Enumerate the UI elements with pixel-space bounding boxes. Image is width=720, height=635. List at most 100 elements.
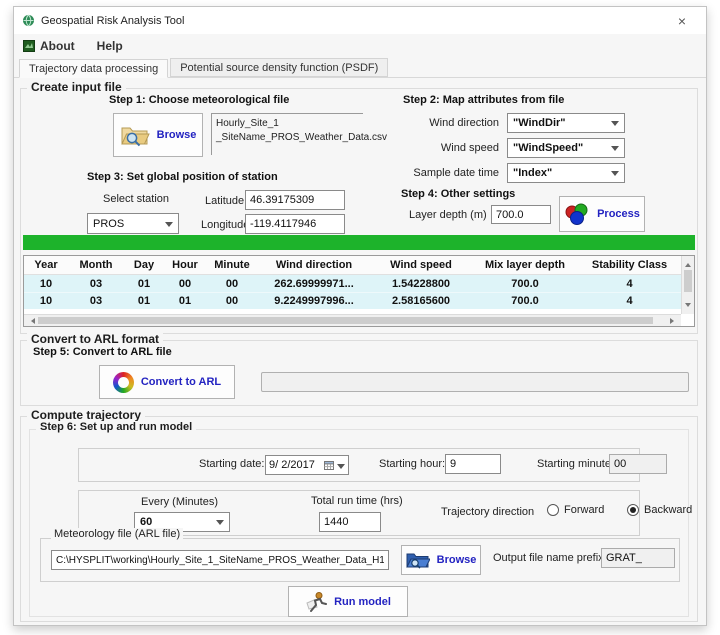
table-cell: 9.2249997996... [258,293,370,309]
table-row[interactable]: 10 03 01 00 00 262.69999971... 1.5422880… [24,275,681,292]
forward-radio-label: Forward [564,504,604,516]
step1-title: Step 1: Choose meteorological file [109,94,289,106]
browse-meteorological-file-button[interactable]: Browse [113,113,203,157]
step3-title: Step 3: Set global position of station [87,171,278,183]
latitude-input[interactable] [245,190,345,210]
process-spheres-icon [564,202,590,226]
chevron-down-icon [165,222,173,231]
starting-hour-label: Starting hour: [379,458,445,470]
scroll-left-icon[interactable] [28,318,35,324]
menu-bar: About Help [14,34,706,57]
starting-hour-input[interactable] [445,454,501,474]
step5-title: Step 5: Convert to ARL file [33,346,172,358]
horizontal-scrollbar[interactable] [24,314,681,326]
color-wheel-icon [113,372,134,393]
every-minutes-label: Every (Minutes) [141,496,218,508]
header-year[interactable]: Year [24,256,68,274]
header-day[interactable]: Day [124,256,164,274]
table-cell: 4 [578,293,681,309]
group-create-input-file: Create input file Step 1: Choose meteoro… [20,88,698,334]
sample-date-time-combo[interactable]: "Index" [507,163,625,183]
radio-selected-icon [627,504,639,516]
header-wind-speed[interactable]: Wind speed [370,256,472,274]
wind-speed-combo-value: "WindSpeed" [513,142,583,154]
table-row[interactable]: 10 03 01 01 00 9.2249997996... 2.5816560… [24,292,681,309]
header-hour[interactable]: Hour [164,256,206,274]
longitude-label: Longitude [201,219,249,231]
header-mix-layer-depth[interactable]: Mix layer depth [472,256,578,274]
table-cell: 2.58165600 [370,293,472,309]
browse-arl-file-button[interactable]: Browse [401,545,481,575]
weather-data-table: Year Month Day Hour Minute Wind directio… [23,255,695,327]
blue-folder-icon [406,550,430,570]
step6-title: Step 6: Set up and run model [36,421,196,433]
table-cell: 01 [124,275,164,292]
layer-depth-label: Layer depth (m) [409,209,487,221]
backward-radio[interactable]: Backward [627,504,692,516]
tab-psdf[interactable]: Potential source density function (PSDF) [170,58,388,77]
table-header-row: Year Month Day Hour Minute Wind directio… [24,256,681,275]
process-button[interactable]: Process [559,196,645,232]
table-cell: 10 [24,293,68,309]
table-cell: 03 [68,293,124,309]
table-cell: 01 [164,293,206,309]
met-file-row: Meteorology file (ARL file) Browse Outpu… [40,538,680,582]
step4-title: Step 4: Other settings [401,188,515,200]
starting-date-value: 9/ 2/2017 [269,459,321,471]
sample-date-time-label: Sample date time [403,167,499,179]
table-cell: 4 [578,275,681,292]
horizontal-scroll-thumb[interactable] [38,317,653,324]
select-station-label: Select station [103,193,169,205]
selected-file-line2: _SiteName_PROS_Weather_Data.csv [216,131,359,145]
station-combo[interactable]: PROS [87,213,179,234]
window-title: Geospatial Risk Analysis Tool [41,15,184,27]
step2-title: Step 2: Map attributes from file [403,94,564,106]
scroll-up-icon[interactable] [685,260,691,267]
process-button-label: Process [597,208,640,220]
group-convert-arl: Convert to ARL format Step 5: Convert to… [20,340,698,406]
met-file-input[interactable] [51,550,389,570]
scroll-down-icon[interactable] [685,303,691,310]
sample-date-time-combo-value: "Index" [513,167,552,179]
table-cell: 1.54228800 [370,275,472,292]
tab-trajectory-data-processing[interactable]: Trajectory data processing [19,59,168,78]
selected-file-line1: Hourly_Site_1 [216,117,359,131]
total-run-time-input[interactable] [319,512,381,532]
backward-radio-label: Backward [644,504,692,516]
run-model-button[interactable]: Run model [288,586,408,617]
wind-speed-combo[interactable]: "WindSpeed" [507,138,625,158]
layer-depth-input[interactable] [491,205,551,224]
table-cell: 10 [24,275,68,292]
vertical-scrollbar[interactable] [681,256,694,314]
arl-progress-bar [261,372,689,392]
menu-help[interactable]: Help [97,39,123,53]
close-icon: × [678,13,686,29]
scroll-right-icon[interactable] [670,318,677,324]
close-button[interactable]: × [666,7,698,34]
menu-about[interactable]: About [23,39,75,53]
longitude-input[interactable] [245,214,345,234]
starting-minute-field[interactable] [609,454,667,474]
wind-speed-label: Wind speed [403,142,499,154]
header-wind-direction[interactable]: Wind direction [258,256,370,274]
tab-content: Create input file Step 1: Choose meteoro… [14,78,706,627]
starting-minute-label: Starting minute: [537,458,614,470]
output-prefix-field[interactable] [601,548,675,568]
header-month[interactable]: Month [68,256,124,274]
forward-radio[interactable]: Forward [547,504,604,516]
header-minute[interactable]: Minute [206,256,258,274]
chevron-down-icon [611,121,619,130]
every-minutes-value: 60 [140,516,152,528]
convert-to-arl-button[interactable]: Convert to ARL [99,365,235,399]
header-stability-class[interactable]: Stability Class [578,256,681,274]
starting-date-picker[interactable]: 9/ 2/2017 [265,455,349,475]
wind-direction-combo[interactable]: "WindDir" [507,113,625,133]
starting-date-label: Starting date: [199,458,264,470]
start-time-row: Starting date: 9/ 2/2017 Starting hour: [78,448,640,482]
group-compute-trajectory-label: Compute trajectory [27,408,145,422]
browse-arl-button-label: Browse [437,554,477,566]
convert-to-arl-button-label: Convert to ARL [141,376,221,388]
group-convert-arl-label: Convert to ARL format [27,332,163,346]
vertical-scroll-thumb[interactable] [684,270,692,292]
table-cell: 00 [164,275,206,292]
